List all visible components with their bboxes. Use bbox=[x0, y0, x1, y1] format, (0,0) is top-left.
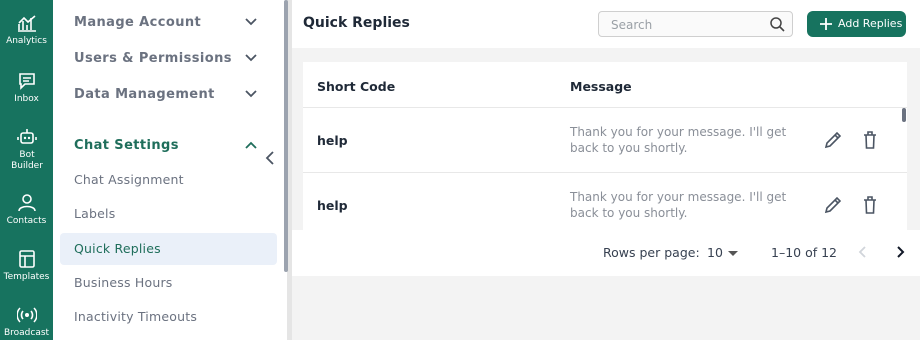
caret-down-icon bbox=[728, 251, 738, 256]
rail-item-bot-builder[interactable]: Bot Builder bbox=[0, 128, 53, 172]
section-data-management[interactable]: Data Management bbox=[53, 80, 287, 110]
rail-label-contacts: Contacts bbox=[6, 216, 47, 226]
page-header: Quick Replies Add Replies bbox=[292, 0, 920, 48]
pencil-icon bbox=[824, 131, 842, 149]
next-page-button[interactable] bbox=[892, 243, 908, 261]
row-divider bbox=[303, 172, 907, 173]
section-label: Manage Account bbox=[74, 15, 202, 30]
rail-label-bot-builder: Bot Builder bbox=[11, 150, 43, 171]
table-scrollbar-thumb[interactable] bbox=[902, 108, 906, 122]
sidebar-item-label: Business Hours bbox=[74, 275, 173, 290]
analytics-icon bbox=[17, 15, 36, 32]
column-header-message: Message bbox=[570, 79, 632, 94]
chevron-right-icon bbox=[897, 246, 905, 258]
main-background-area bbox=[292, 276, 920, 340]
pencil-icon bbox=[824, 196, 842, 214]
app-nav-rail: Analytics Inbox Bot Builder Contacts Tem… bbox=[0, 0, 53, 340]
section-manage-account[interactable]: Manage Account bbox=[53, 8, 287, 38]
sidebar-item-label: Labels bbox=[74, 206, 116, 221]
sidebar-item-label: Inactivity Timeouts bbox=[74, 309, 198, 324]
rail-label-templates: Templates bbox=[3, 272, 50, 282]
previous-page-button[interactable] bbox=[855, 243, 871, 261]
rail-item-templates[interactable]: Templates bbox=[0, 250, 53, 283]
delete-button[interactable] bbox=[859, 194, 881, 216]
rail-item-analytics[interactable]: Analytics bbox=[0, 14, 53, 47]
section-label: Chat Settings bbox=[74, 138, 179, 153]
section-label: Data Management bbox=[74, 87, 215, 102]
page-title: Quick Replies bbox=[303, 15, 410, 31]
section-label: Users & Permissions bbox=[74, 51, 232, 66]
sidebar-item-label: Quick Replies bbox=[74, 241, 161, 256]
section-chat-settings[interactable]: Chat Settings bbox=[53, 131, 287, 161]
header-divider bbox=[303, 107, 907, 108]
search-input[interactable] bbox=[611, 16, 761, 33]
main-content: Quick Replies Add Replies Short Code Mes… bbox=[292, 0, 920, 340]
short-code-cell: help bbox=[317, 133, 348, 148]
rows-per-page-value: 10 bbox=[707, 245, 723, 260]
edit-button[interactable] bbox=[822, 129, 844, 151]
message-cell: Thank you for your message. I'll get bac… bbox=[570, 190, 787, 220]
sidebar-item-business-hours[interactable]: Business Hours bbox=[60, 267, 277, 299]
chevron-left-icon bbox=[858, 246, 866, 258]
short-code-cell: help bbox=[317, 198, 348, 213]
chevron-up-icon bbox=[245, 141, 257, 149]
collapse-sidebar-button[interactable] bbox=[262, 148, 278, 168]
add-replies-button[interactable]: Add Replies bbox=[807, 11, 906, 37]
broadcast-icon bbox=[16, 307, 37, 323]
pagination-range: 1–10 of 12 bbox=[771, 245, 838, 260]
settings-sidebar: Manage Account Users & Permissions Data … bbox=[53, 0, 287, 340]
sidebar-item-quick-replies[interactable]: Quick Replies bbox=[60, 233, 277, 265]
sidebar-scrollbar-thumb[interactable] bbox=[284, 0, 288, 272]
trash-icon bbox=[864, 196, 876, 214]
inbox-icon bbox=[18, 73, 35, 90]
chevron-down-icon bbox=[245, 54, 257, 62]
sidebar-item-labels[interactable]: Labels bbox=[60, 198, 277, 230]
rail-label-broadcast: Broadcast bbox=[3, 328, 50, 338]
pagination-bar: Rows per page: 10 1–10 of 12 bbox=[292, 230, 920, 276]
sidebar-item-label: Chat Assignment bbox=[74, 172, 184, 187]
plus-icon bbox=[820, 18, 832, 30]
add-replies-label: Add Replies bbox=[838, 17, 903, 30]
rail-item-contacts[interactable]: Contacts bbox=[0, 194, 53, 227]
rail-item-broadcast[interactable]: Broadcast bbox=[0, 306, 53, 339]
quick-replies-table: Short Code Message help Thank you for yo… bbox=[303, 62, 907, 230]
chevron-left-icon bbox=[265, 151, 274, 165]
bot-icon bbox=[16, 129, 37, 144]
search-box[interactable] bbox=[598, 11, 793, 37]
search-icon bbox=[770, 17, 785, 32]
section-users-permissions[interactable]: Users & Permissions bbox=[53, 44, 287, 74]
templates-icon bbox=[18, 250, 35, 268]
sidebar-item-inactivity-timeouts[interactable]: Inactivity Timeouts bbox=[60, 301, 277, 333]
contacts-icon bbox=[17, 194, 36, 212]
rows-per-page-label: Rows per page: bbox=[603, 245, 700, 260]
chevron-down-icon bbox=[245, 90, 257, 98]
chevron-down-icon bbox=[245, 18, 257, 26]
edit-button[interactable] bbox=[822, 194, 844, 216]
column-header-short-code: Short Code bbox=[317, 79, 396, 94]
delete-button[interactable] bbox=[859, 129, 881, 151]
message-cell: Thank you for your message. I'll get bac… bbox=[570, 125, 787, 155]
rail-label-inbox: Inbox bbox=[14, 94, 39, 104]
trash-icon bbox=[864, 131, 876, 149]
rows-per-page-select[interactable]: 10 bbox=[703, 242, 743, 264]
rail-item-inbox[interactable]: Inbox bbox=[0, 72, 53, 105]
rail-label-analytics: Analytics bbox=[6, 36, 47, 46]
sidebar-item-chat-assignment[interactable]: Chat Assignment bbox=[60, 164, 277, 196]
